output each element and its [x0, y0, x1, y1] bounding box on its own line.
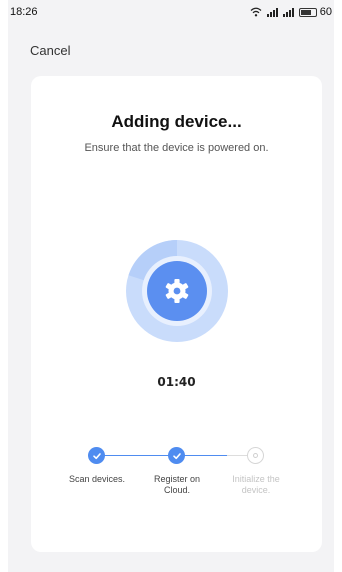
battery-indicator: 60 — [298, 6, 332, 18]
countdown-timer: 01:40 — [157, 375, 196, 389]
status-time: 18:26 — [10, 6, 38, 18]
dialog-title: Adding device... — [111, 112, 242, 131]
signal-icon-2 — [282, 7, 294, 17]
step-2-indicator — [168, 447, 185, 464]
status-icons: 60 — [250, 6, 332, 18]
step-1-label: Scan devices. — [68, 474, 126, 484]
check-icon — [172, 452, 181, 459]
dialog-subtitle: Ensure that the device is powered on. — [84, 142, 269, 154]
progress-ring — [126, 240, 228, 342]
step-3-indicator — [247, 447, 264, 464]
left-frame-edge — [0, 0, 8, 572]
step-1-indicator — [88, 447, 105, 464]
right-frame-edge — [334, 0, 342, 572]
battery-level: 60 — [319, 6, 332, 18]
battery-icon — [298, 7, 317, 17]
pending-dot-icon — [253, 453, 258, 458]
signal-icon — [266, 7, 278, 17]
adding-device-card: Adding device... Ensure that the device … — [31, 76, 322, 552]
check-icon — [92, 452, 101, 459]
wifi-icon — [250, 7, 262, 17]
step-2-label: Register on Cloud. — [153, 474, 201, 495]
step-connector-1 — [97, 455, 177, 456]
status-bar: 18:26 60 — [8, 0, 334, 24]
step-connector-2 — [183, 455, 227, 456]
progress-steps: Scan devices. Register on Cloud. Initial… — [31, 442, 322, 512]
cancel-button[interactable]: Cancel — [30, 43, 70, 58]
step-3-label: Initialize the device. — [232, 474, 280, 495]
